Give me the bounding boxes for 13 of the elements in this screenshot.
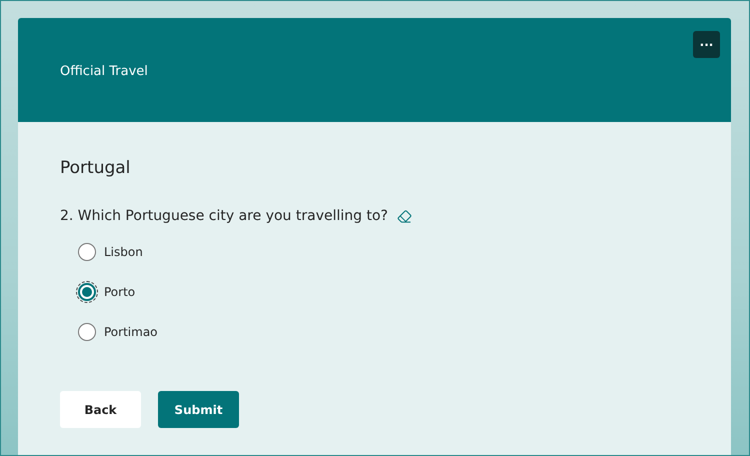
option-label: Porto [104, 285, 136, 299]
radio-button[interactable] [78, 243, 96, 261]
more-button[interactable]: ··· [693, 31, 720, 58]
option-label: Lisbon [104, 245, 143, 259]
eraser-icon[interactable] [396, 208, 412, 224]
radio-button[interactable] [78, 283, 96, 301]
submit-button[interactable]: Submit [158, 391, 239, 428]
question-text: 2. Which Portuguese city are you travelling to? [60, 208, 388, 224]
form-title: Official Travel [60, 64, 148, 79]
radio-button[interactable] [78, 323, 96, 341]
back-button[interactable]: Back [60, 391, 141, 428]
option-label: Portimao [104, 325, 158, 339]
section-title: Portugal [60, 158, 132, 178]
